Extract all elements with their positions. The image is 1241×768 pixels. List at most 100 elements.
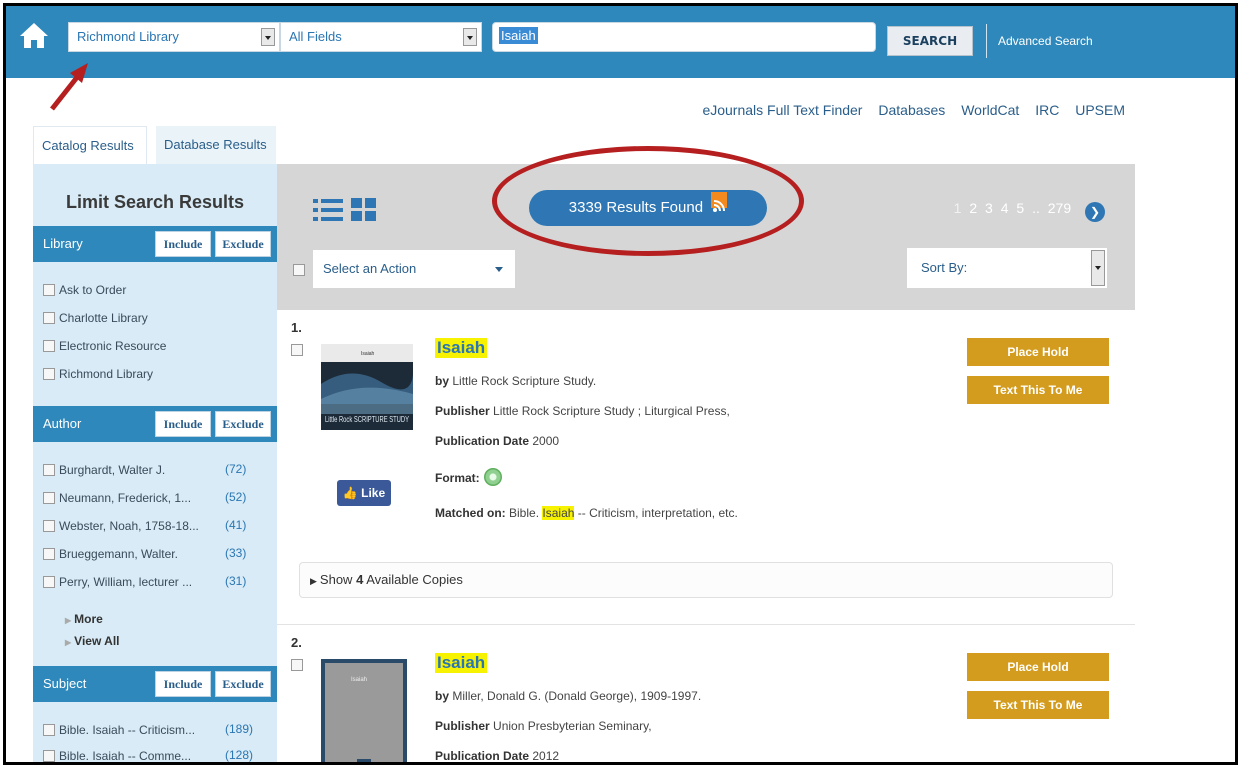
checkbox[interactable] [43,492,55,504]
checkbox[interactable] [43,576,55,588]
link-ejournals[interactable]: eJournals Full Text Finder [702,102,862,118]
checkbox[interactable] [43,724,55,736]
facet-count: (41) [225,518,247,532]
result-publisher: Publisher Union Presbyterian Seminary, [435,719,652,733]
page-link[interactable]: 5 [1016,200,1024,216]
action-select-value: Select an Action [323,261,417,276]
page-link[interactable]: 1 [954,200,962,216]
book-cover-image[interactable]: Isaiah Little Rock SCRIPTURE STUDY [321,344,413,430]
include-button[interactable]: Include [155,231,211,257]
publisher-label: Publisher [435,719,490,733]
chevron-down-icon [495,267,503,272]
facet-item[interactable]: Charlotte Library [43,310,148,326]
link-irc[interactable]: IRC [1035,102,1059,118]
chevron-down-icon [1091,250,1105,286]
facet-subject-header: Subject Include Exclude [33,666,277,702]
facet-item[interactable]: Bible. Isaiah -- Comme... [43,748,191,762]
checkbox[interactable] [43,368,55,380]
facet-item[interactable]: Ask to Order [43,282,126,298]
checkbox[interactable] [43,750,55,762]
exclude-button[interactable]: Exclude [215,231,271,257]
page-link[interactable]: 3 [985,200,993,216]
facet-label: Charlotte Library [59,311,148,325]
home-icon[interactable] [18,20,50,50]
library-select[interactable]: Richmond Library [68,22,280,52]
advanced-search-link[interactable]: Advanced Search [998,34,1093,48]
facet-item[interactable]: Electronic Resource [43,338,166,354]
caret-right-icon: ▶ [65,638,72,647]
place-hold-button[interactable]: Place Hold [967,653,1109,681]
grid-view-icon[interactable] [351,198,377,222]
show-copies-toggle[interactable]: ▶ Show 4 Available Copies [299,562,1113,598]
include-button[interactable]: Include [155,411,211,437]
checkbox[interactable] [43,520,55,532]
include-button[interactable]: Include [155,671,211,697]
exclude-button[interactable]: Exclude [215,671,271,697]
facet-label: Ask to Order [59,283,127,297]
facet-label: Electronic Resource [59,339,167,353]
result-checkbox[interactable] [291,344,303,356]
text-this-to-me-button[interactable]: Text This To Me [967,376,1109,404]
facet-item[interactable]: Neumann, Frederick, 1... [43,490,191,506]
author-value[interactable]: Miller, Donald G. (Donald George), 1909-… [452,689,701,703]
tab-catalog-results[interactable]: Catalog Results [33,126,147,164]
page-link[interactable]: 4 [1001,200,1009,216]
facebook-like-button[interactable]: 👍 Like [337,480,391,506]
pubdate-value: 2000 [532,434,560,448]
facet-item[interactable]: Bible. Isaiah -- Criticism... [43,722,195,738]
checkbox[interactable] [43,312,55,324]
link-worldcat[interactable]: WorldCat [961,102,1019,118]
book-cover-image[interactable]: Isaiah [321,659,407,765]
copies-label: Available Copies [366,572,463,587]
checkbox[interactable] [43,284,55,296]
result-item: 1. Isaiah Little Rock SCRIPTURE STUDY 👍 … [277,310,1135,624]
page-link-last[interactable]: 279 [1048,200,1071,216]
author-value[interactable]: Little Rock Scripture Study. [452,374,596,388]
facet-item[interactable]: Burghardt, Walter J. [43,462,165,478]
link-databases[interactable]: Databases [878,102,945,118]
facet-item[interactable]: Richmond Library [43,366,153,382]
sidebar-title: Limit Search Results [65,192,245,212]
publisher-value: Little Rock Scripture Study ; Liturgical… [493,404,730,418]
page-link[interactable]: 2 [969,200,977,216]
search-button[interactable]: SEARCH [887,26,973,56]
search-input[interactable]: Isaiah [492,22,876,52]
next-page-icon[interactable]: ❯ [1085,202,1105,222]
link-upsem[interactable]: UPSEM [1075,102,1125,118]
facet-library-header: Library Include Exclude [33,226,277,262]
facet-heading: Library [43,236,83,251]
more-link[interactable]: ▶ More [65,612,103,626]
author-label: by [435,689,450,703]
cover-title: Isaiah [361,351,375,357]
annotation-oval [492,146,804,256]
results-toolbar: 3339 Results Found 1 2 3 4 5 .. 279 ❯ Se… [277,146,1135,310]
result-title[interactable]: Isaiah [435,653,488,673]
result-pubdate: Publication Date 2012 [435,749,559,762]
checkbox[interactable] [43,464,55,476]
view-all-link[interactable]: ▶ View All [65,634,120,648]
checkbox[interactable] [43,548,55,560]
exclude-button[interactable]: Exclude [215,411,271,437]
result-title[interactable]: Isaiah [435,338,488,358]
facet-label: Bible. Isaiah -- Criticism... [59,723,196,737]
sort-select[interactable]: Sort By: [907,248,1107,288]
text-this-to-me-button[interactable]: Text This To Me [967,691,1109,719]
facet-label: Webster, Noah, 1758-18... [59,519,199,533]
page-ellipsis: .. [1032,200,1040,216]
result-checkbox[interactable] [291,659,303,671]
result-publisher: Publisher Little Rock Scripture Study ; … [435,404,730,418]
tab-database-results[interactable]: Database Results [156,126,276,164]
field-select[interactable]: All Fields [280,22,482,52]
facet-item[interactable]: Perry, William, lecturer ... [43,574,192,590]
facet-item[interactable]: Brueggemann, Walter. [43,546,178,562]
chevron-down-icon [261,28,275,46]
select-all-checkbox[interactable] [293,264,305,276]
list-view-icon[interactable] [313,198,343,222]
field-select-value: All Fields [289,29,342,44]
facet-count: (31) [225,574,247,588]
action-select[interactable]: Select an Action [313,250,515,288]
checkbox[interactable] [43,340,55,352]
pubdate-label: Publication Date [435,434,530,448]
place-hold-button[interactable]: Place Hold [967,338,1109,366]
facet-item[interactable]: Webster, Noah, 1758-18... [43,518,199,534]
